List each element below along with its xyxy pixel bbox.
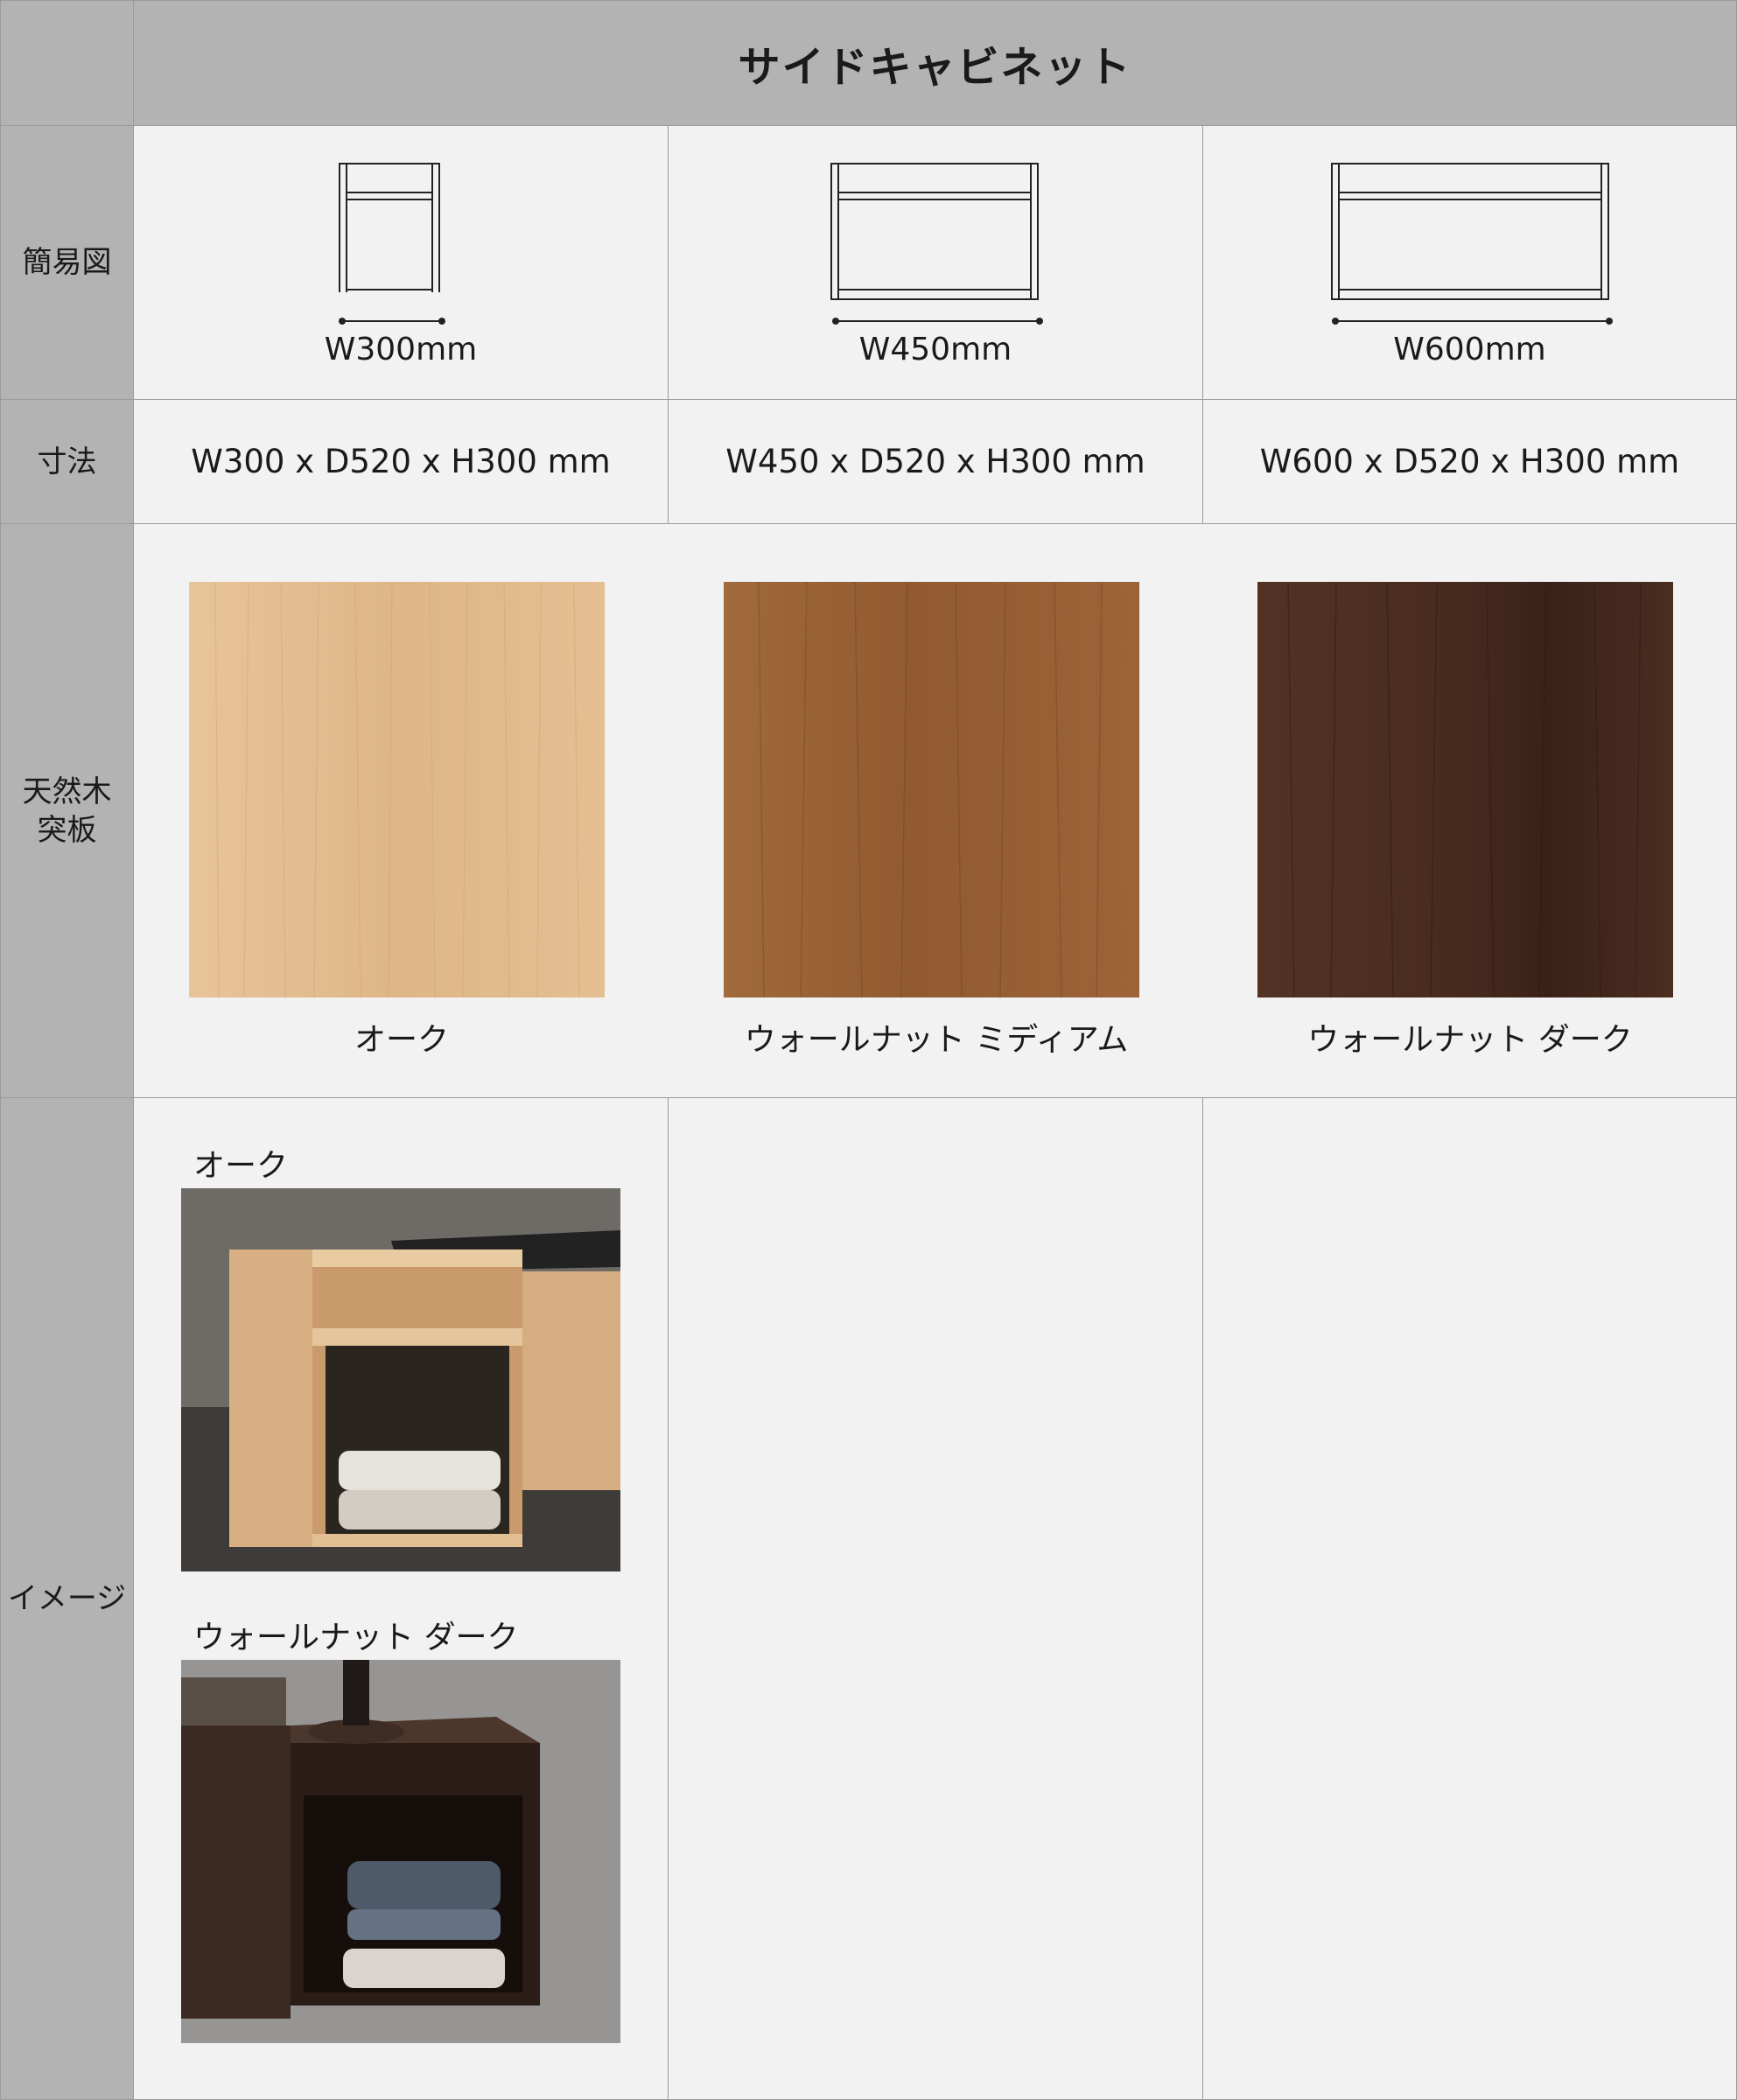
row-label-veneer-line2: 突板 xyxy=(37,812,97,848)
row-label-dimensions: 寸法 xyxy=(0,399,134,524)
dimensions-cell-w600: W600 x D520 x H300 mm xyxy=(1202,399,1737,524)
cabinet-diagram-w300 xyxy=(339,163,440,292)
oak-swatch xyxy=(189,582,605,998)
diagram-label: W450mm xyxy=(858,332,1012,368)
row-label-veneer: 天然木 突板 xyxy=(0,523,134,1098)
diagram-cell-w300: W300mm xyxy=(133,125,669,400)
walnut-dark-cabinet-photo xyxy=(181,1660,620,2043)
dimensions-cell-w300: W300 x D520 x H300 mm xyxy=(133,399,669,524)
finish-label-oak: オーク xyxy=(354,1022,449,1058)
diagram-cell-w450: W450mm xyxy=(668,125,1203,400)
image-cell-2 xyxy=(668,1097,1203,2100)
finish-label-walnut-dark: ウォールナット ダーク xyxy=(1307,1022,1633,1058)
dimensions-cell-w450: W450 x D520 x H300 mm xyxy=(668,399,1203,524)
row-label-image: イメージ xyxy=(0,1097,134,2100)
image-cell-3 xyxy=(1202,1097,1737,2100)
walnut-dark-swatch xyxy=(1257,582,1673,998)
table-title: サイドキャビネット xyxy=(133,0,1737,126)
image-cell-1: オーク ウォールナット ダーク xyxy=(133,1097,669,2100)
cabinet-diagram-w450 xyxy=(830,163,1039,300)
veneer-cell: オーク ウォールナット ミディアム ウォールナット ダーク xyxy=(133,523,1737,1098)
row-label-veneer-line1: 天然木 xyxy=(22,774,112,809)
image-label-walnut-dark: ウォールナット ダーク xyxy=(193,1620,519,1656)
image-label-oak: オーク xyxy=(193,1148,289,1184)
oak-cabinet-photo xyxy=(181,1188,620,1572)
diagram-cell-w600: W600mm xyxy=(1202,125,1737,400)
width-dimension-line-w450 xyxy=(832,318,1043,325)
width-dimension-line-w300 xyxy=(339,318,445,325)
corner-header-cell xyxy=(0,0,134,126)
walnut-medium-swatch xyxy=(724,582,1139,998)
diagram-label: W300mm xyxy=(324,332,478,368)
diagram-label: W600mm xyxy=(1393,332,1546,368)
row-label-diagram: 簡易図 xyxy=(0,125,134,400)
cabinet-diagram-w600 xyxy=(1331,163,1609,300)
finish-label-walnut-medium: ウォールナット ミディアム xyxy=(744,1022,1129,1058)
width-dimension-line-w600 xyxy=(1332,318,1613,325)
